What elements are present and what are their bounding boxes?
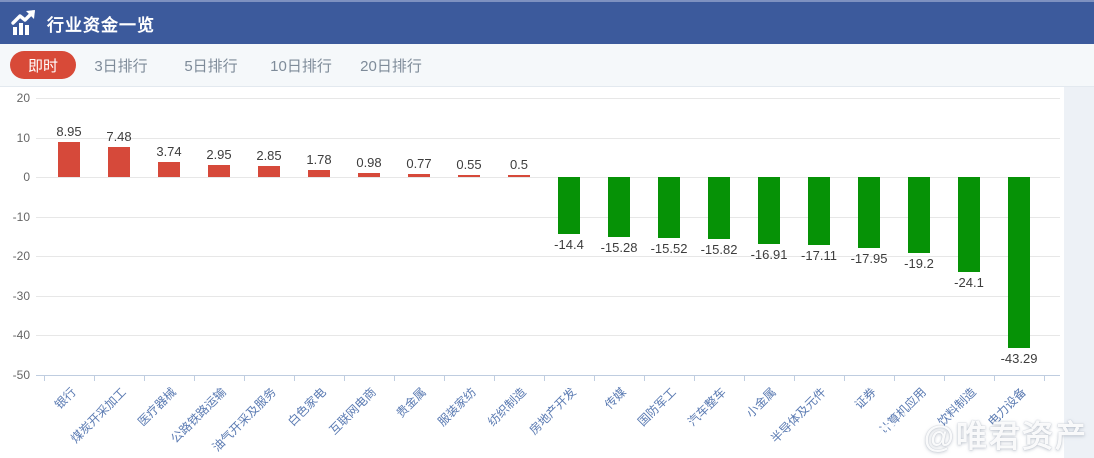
y-axis-label: 10 bbox=[0, 131, 30, 145]
x-axis-tick bbox=[194, 375, 195, 381]
bar-value-label: -19.2 bbox=[884, 256, 954, 271]
y-axis-label: -50 bbox=[0, 368, 30, 382]
x-axis-tick bbox=[394, 375, 395, 381]
bar-1[interactable] bbox=[108, 147, 130, 177]
bar-14[interactable] bbox=[758, 177, 780, 244]
x-axis-tick bbox=[894, 375, 895, 381]
widget-header: 行业资金一览 bbox=[0, 0, 1094, 44]
x-axis-tick bbox=[994, 375, 995, 381]
x-axis-tick bbox=[244, 375, 245, 381]
bar-10[interactable] bbox=[558, 177, 580, 234]
bar-value-label: -24.1 bbox=[934, 275, 1004, 290]
bar-18[interactable] bbox=[958, 177, 980, 272]
x-axis-tick bbox=[644, 375, 645, 381]
x-axis-tick bbox=[1044, 375, 1045, 381]
y-axis-label: -20 bbox=[0, 249, 30, 263]
bar-value-label: 7.48 bbox=[84, 129, 154, 144]
bar-value-label: 0.5 bbox=[484, 157, 554, 172]
x-axis-tick bbox=[294, 375, 295, 381]
gridline-y--30 bbox=[36, 296, 1060, 297]
bar-17[interactable] bbox=[908, 177, 930, 253]
tab-1[interactable]: 3日排行 bbox=[76, 55, 166, 76]
bar-value-label: -43.29 bbox=[984, 351, 1054, 366]
x-axis-tick bbox=[494, 375, 495, 381]
x-axis-tick bbox=[744, 375, 745, 381]
bar-7[interactable] bbox=[408, 174, 430, 177]
bar-3[interactable] bbox=[208, 165, 230, 177]
industry-funds-widget: 行业资金一览 即时3日排行5日排行10日排行20日排行 20 10 0 -10 -20 -… bbox=[0, 0, 1094, 458]
x-axis-tick bbox=[694, 375, 695, 381]
bar-0[interactable] bbox=[58, 142, 80, 177]
bar-4[interactable] bbox=[258, 166, 280, 177]
x-axis-tick bbox=[844, 375, 845, 381]
bar-12[interactable] bbox=[658, 177, 680, 238]
bar-11[interactable] bbox=[608, 177, 630, 237]
tab-3[interactable]: 10日排行 bbox=[256, 55, 346, 76]
x-axis-tick bbox=[544, 375, 545, 381]
y-axis-label: -30 bbox=[0, 289, 30, 303]
gridline-y-0 bbox=[36, 177, 1060, 178]
bar-16[interactable] bbox=[858, 177, 880, 248]
x-axis-tick bbox=[794, 375, 795, 381]
bar-2[interactable] bbox=[158, 162, 180, 177]
bar-9[interactable] bbox=[508, 175, 530, 177]
bar-15[interactable] bbox=[808, 177, 830, 245]
bar-6[interactable] bbox=[358, 173, 380, 177]
tab-2[interactable]: 5日排行 bbox=[166, 55, 256, 76]
bar-8[interactable] bbox=[458, 175, 480, 177]
y-axis-label: -10 bbox=[0, 210, 30, 224]
tab-active-0[interactable]: 即时 bbox=[10, 51, 76, 79]
trend-chart-icon bbox=[10, 9, 38, 37]
bar-5[interactable] bbox=[308, 170, 330, 177]
period-tabbar: 即时3日排行5日排行10日排行20日排行 bbox=[0, 44, 1094, 87]
y-axis-label: 0 bbox=[0, 170, 30, 184]
bar-chart: 20100-10-20-30-40-508.95银行7.48煤炭开采加工3.74… bbox=[0, 87, 1064, 458]
x-axis-tick bbox=[44, 375, 45, 381]
bar-19[interactable] bbox=[1008, 177, 1030, 348]
x-axis-tick bbox=[94, 375, 95, 381]
y-axis-label: -40 bbox=[0, 328, 30, 342]
x-axis-tick bbox=[344, 375, 345, 381]
gridline-y-10 bbox=[36, 138, 1060, 139]
page-title: 行业资金一览 bbox=[47, 11, 155, 36]
gridline-y--40 bbox=[36, 335, 1060, 336]
x-axis-tick bbox=[594, 375, 595, 381]
bar-13[interactable] bbox=[708, 177, 730, 239]
x-axis-tick bbox=[944, 375, 945, 381]
gridline-y-20 bbox=[36, 98, 1060, 99]
tab-4[interactable]: 20日排行 bbox=[346, 55, 436, 76]
gridline-y--10 bbox=[36, 217, 1060, 218]
y-axis-label: 20 bbox=[0, 91, 30, 105]
x-axis-line bbox=[36, 375, 1060, 376]
x-axis-tick bbox=[144, 375, 145, 381]
x-axis-tick bbox=[444, 375, 445, 381]
